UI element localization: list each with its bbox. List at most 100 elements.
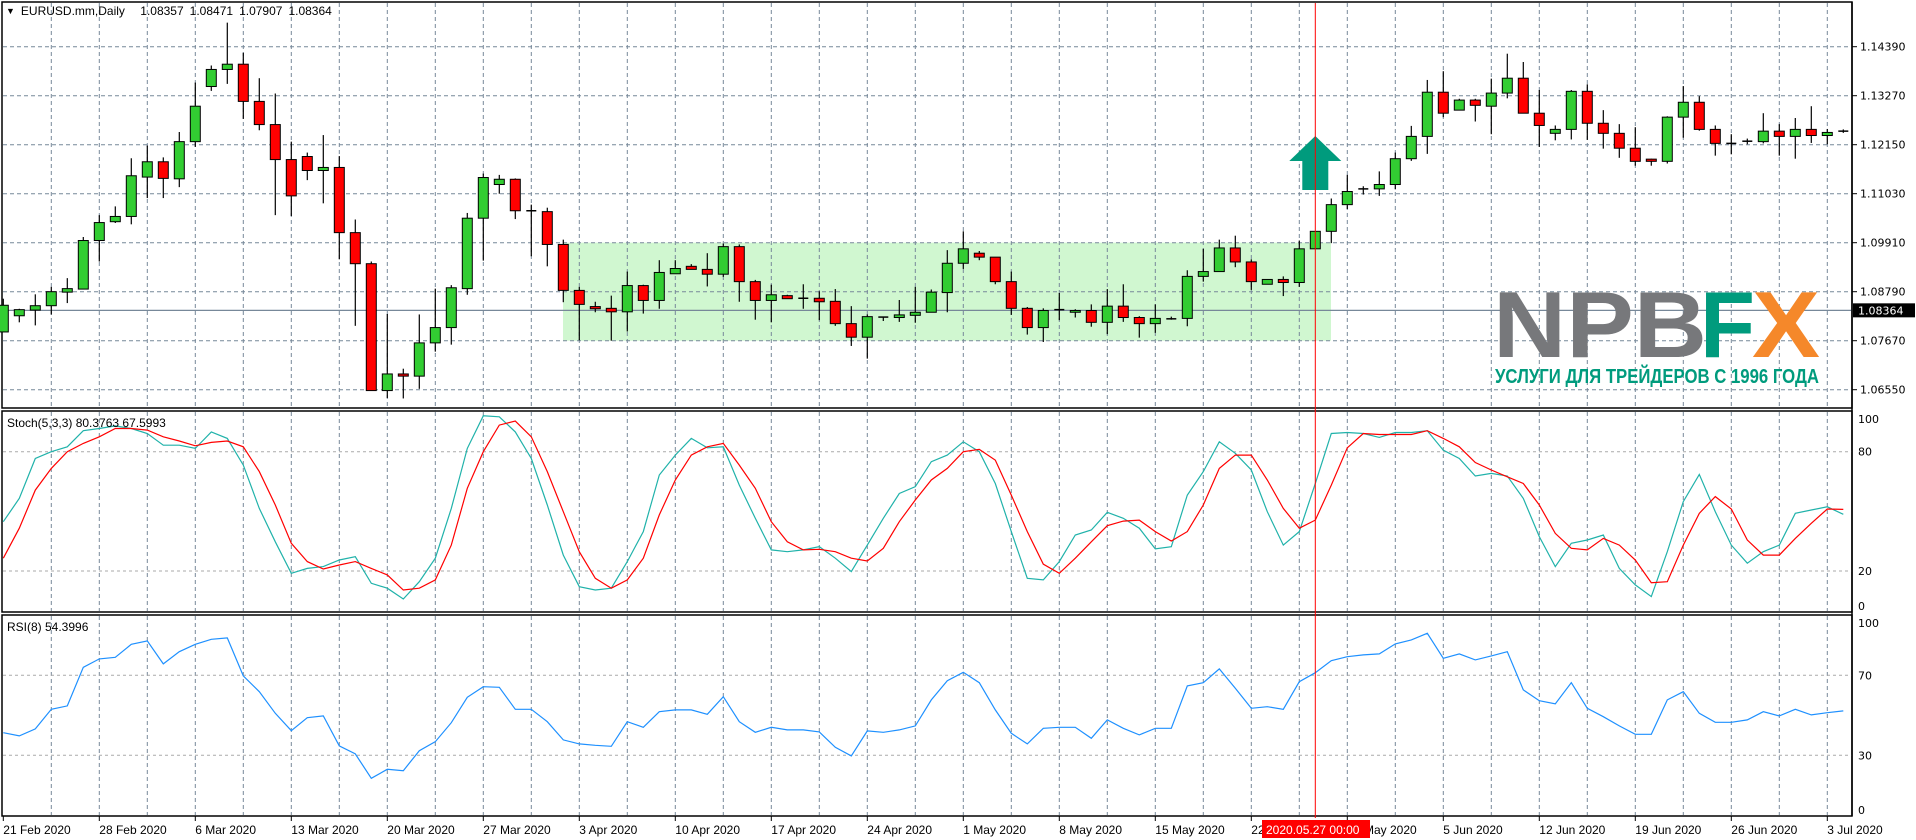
candle-bear [349,232,361,265]
candle-bull [1549,128,1561,134]
candle-bull [461,217,473,290]
candle-bear [509,178,521,212]
date-label: 28 Feb 2020 [99,823,167,837]
date-label: 21 Feb 2020 [3,823,71,837]
candle-bull [1181,275,1193,319]
stoch-axis-label: 0 [1858,600,1865,613]
logo-f: F [1700,272,1755,377]
stoch-label: Stoch(5,3,3) 80.3763 67.5993 [7,416,166,430]
low-value: 1.07907 [239,4,283,18]
candle-bear [1805,128,1817,137]
candle-bull [93,222,105,242]
candle-bear [605,307,617,313]
crosshair-time-label: 2020.05.27 00:00 [1266,823,1360,837]
candle-bull [861,316,873,338]
candle-bear [845,323,857,338]
candle-bear [1645,158,1657,162]
close-value: 1.08364 [288,4,332,18]
npbfx-logo: NPBFXУСЛУГИ ДЛЯ ТРЕЙДЕРОВ С 1996 ГОДА [1493,272,1820,388]
candle-bull [0,304,9,333]
candle-bull [1821,131,1833,137]
candle-bear [589,306,601,310]
candle-bull [1389,158,1401,186]
candle-bear [557,243,569,291]
logo-x: X [1752,272,1820,377]
candle-bull [77,240,89,290]
candle-bull [1485,92,1497,107]
open-value: 1.08357 [140,4,184,18]
candle-bull [893,314,905,319]
candle-bull [317,166,329,172]
candle-bear [1533,112,1545,126]
candle-bull [717,246,729,275]
date-label: 13 Mar 2020 [291,823,359,837]
candle-bear [1133,317,1145,325]
candle-bull [1293,248,1305,284]
candle-bull [125,175,137,217]
candle-bull [1373,184,1385,190]
candle-bear [1229,247,1241,263]
date-label: 8 May 2020 [1059,823,1122,837]
stoch-axis-label: 100 [1858,413,1879,426]
candle-bull [381,373,393,392]
candle-bear [1437,91,1449,114]
candle-bull [109,215,121,223]
candle-bull [909,311,921,316]
candle-bull [221,63,233,70]
rsi-axis-label: 0 [1858,804,1865,817]
date-label: 12 Jun 2020 [1539,823,1605,837]
candle-bull [1149,317,1161,325]
candle-bull [1261,278,1273,285]
date-label: 26 Jun 2020 [1731,823,1797,837]
stoch-axis-label: 20 [1858,565,1872,578]
candle-bear [1277,278,1289,284]
candle-bear [701,268,713,275]
symbol-label: EURUSD.mm,Daily [20,4,125,18]
price-label: 1.07670 [1860,335,1906,348]
candle-bear [1517,77,1529,114]
candle-bull [445,287,457,329]
logo-npb: NPB [1493,272,1707,377]
candle-bull [1453,99,1465,111]
price-label: 1.11030 [1860,188,1906,201]
candle-bear [637,285,649,301]
candle-bull [653,271,665,301]
chart-header: ▼ EURUSD.mm,Daily 1.08357 1.08471 1.0790… [6,4,332,18]
candle-bull [61,288,73,293]
candle-bear [1005,281,1017,309]
candle-bull [1677,101,1689,118]
date-label: 15 May 2020 [1155,823,1225,837]
date-label: 3 Jul 2020 [1827,823,1883,837]
candle-bull [1789,128,1801,137]
candle-bull [173,141,185,180]
triangle-down-icon[interactable]: ▼ [6,6,15,16]
date-label: 19 Jun 2020 [1635,823,1701,837]
date-label: 5 Jun 2020 [1443,823,1503,837]
candle-bull [477,177,489,219]
candle-bull [1325,204,1337,232]
candle-bear [989,256,1001,283]
date-label: 3 Apr 2020 [579,823,637,837]
candle-bear [1597,122,1609,134]
candle-bull [189,105,201,143]
candle-bull [1757,130,1769,143]
candle-bear [573,289,585,305]
price-label: 1.09910 [1860,237,1906,250]
candle-bear [1021,307,1033,329]
candle-bull [141,161,153,178]
candle-bear [1613,132,1625,149]
candle-bear [269,124,281,161]
chart-canvas[interactable]: 1.14390 1.13270 1.12150 1.11030 1.09910 1.087… [0,0,1916,840]
rsi-axis-label: 100 [1858,617,1879,630]
date-label: 1 May 2020 [963,823,1026,837]
candle-bull [765,294,777,301]
candle-bull [429,327,441,344]
candle-bull [669,268,681,275]
candle-bull [1213,247,1225,273]
candle-bull [1661,116,1673,162]
candle-bull [1421,91,1433,137]
candle-bear [973,252,985,258]
rsi-panel [1,614,1853,817]
candle-bear [1581,90,1593,124]
candle-bear [685,265,697,270]
